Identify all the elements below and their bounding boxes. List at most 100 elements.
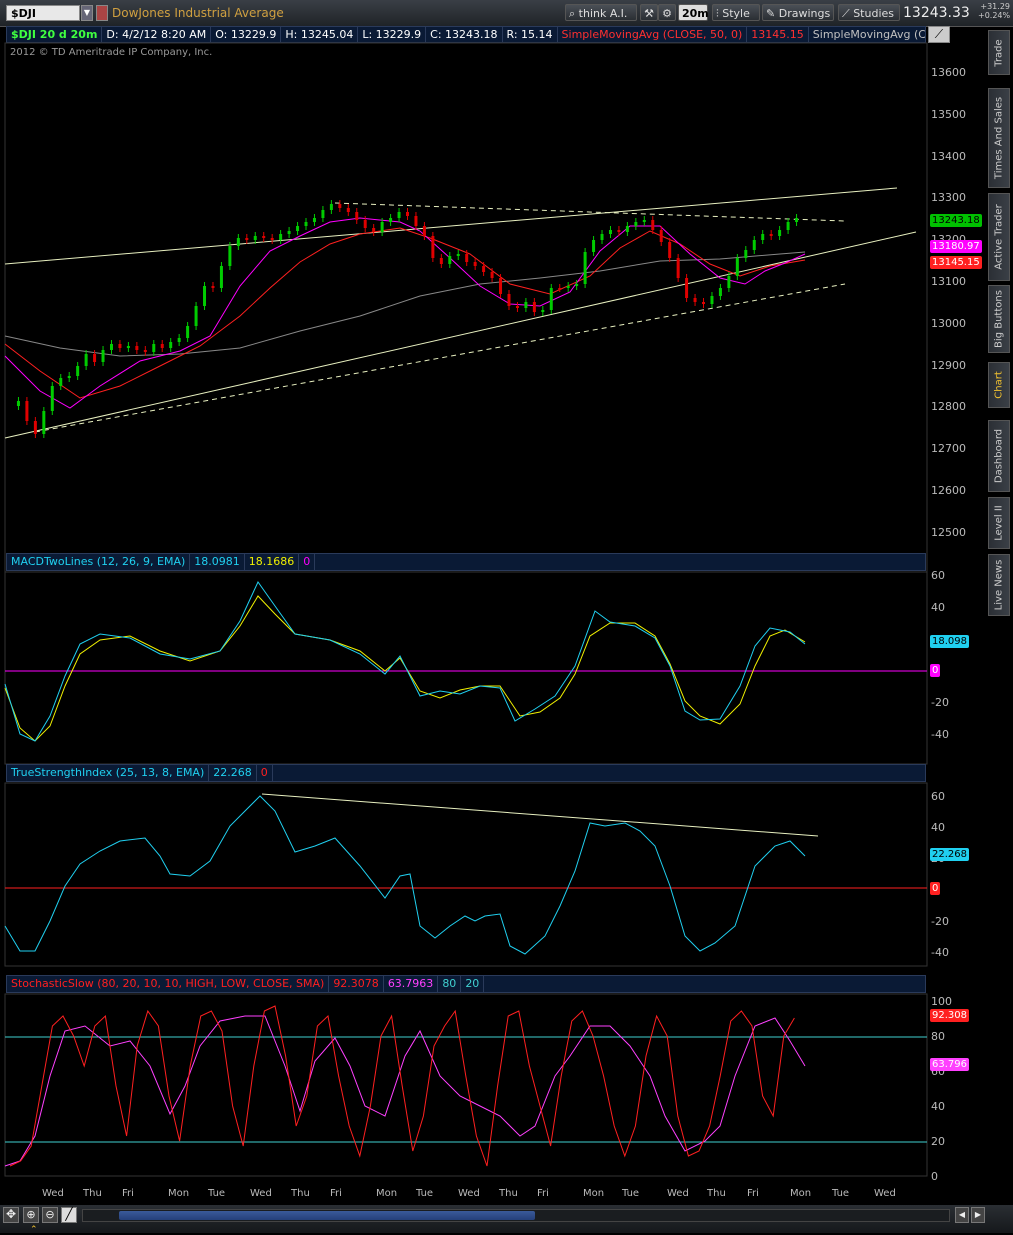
think-ai-button[interactable]: ⌕ think A.I. [565, 4, 637, 21]
macd-label: MACDTwoLines (12, 26, 9, EMA) [7, 554, 191, 570]
sma-red-badge: 13145.15 [930, 256, 982, 269]
side-tab-label: Live News [993, 559, 1005, 611]
time-axis-label: Fri [330, 1188, 342, 1199]
side-tab-dashboard[interactable]: Dashboard [988, 420, 1010, 492]
axis-tick-label: 13600 [931, 66, 966, 79]
axis-tick-label: 13500 [931, 107, 966, 121]
side-tab-trade[interactable]: Trade [988, 30, 1010, 75]
side-tab-label: Dashboard [993, 428, 1005, 484]
time-axis-label: Tue [622, 1188, 640, 1199]
side-tab-live-news[interactable]: Live News [988, 554, 1010, 616]
studies-button[interactable]: ⟋ Studies [838, 4, 900, 21]
price-panel [4, 42, 928, 573]
tsi-value2: 0 [257, 765, 273, 781]
symbol-input[interactable]: $DJI [6, 5, 80, 21]
time-axis-label: Thu [707, 1188, 726, 1199]
time-axis-label: Tue [832, 1188, 850, 1199]
axis-tick-label: 12600 [931, 484, 966, 497]
macd-value2: 18.1686 [245, 554, 300, 570]
time-axis-label: Mon [376, 1188, 398, 1199]
price-change: +31.29 +0.24% [978, 2, 1010, 20]
pencil-icon: ✎ [766, 7, 776, 20]
axis-tick-label: 40 [931, 1100, 945, 1113]
axis-tick-label: 40 [931, 600, 945, 614]
time-axis-label: Wed [667, 1188, 689, 1199]
interval-button[interactable]: 20m [678, 4, 709, 21]
axis-tick-label: 60 [931, 569, 945, 582]
sma-gray-line [4, 251, 806, 357]
side-tab-times-and-sales[interactable]: Times And Sales [988, 88, 1010, 188]
symbol-dropdown-icon[interactable]: ▼ [81, 5, 93, 21]
axis-tick-label: 80 [931, 1030, 945, 1043]
side-tab-big-buttons[interactable]: Big Buttons [988, 285, 1010, 353]
tsi-label: TrueStrengthIndex (25, 13, 8, EMA) [7, 765, 210, 781]
expand-icon[interactable]: ✥ [3, 1207, 19, 1223]
time-axis-label: Thu [83, 1188, 102, 1199]
time-axis-label: Mon [583, 1188, 605, 1199]
style-icon: ⫶ [716, 7, 719, 20]
time-axis-label: Tue [416, 1188, 434, 1199]
stoch-header: StochasticSlow (80, 20, 10, 10, HIGH, LO… [6, 975, 926, 993]
zoom-in-icon[interactable]: ⊕ [23, 1207, 39, 1223]
stoch-label: StochasticSlow (80, 20, 10, 10, HIGH, LO… [7, 976, 330, 992]
stoch-panel [4, 993, 928, 1177]
time-axis-label: Wed [874, 1188, 896, 1199]
scroll-left-icon[interactable]: ◀ [955, 1207, 969, 1223]
support-dashed-line [34, 283, 846, 433]
axis-tick-label: 100 [931, 995, 952, 1008]
sma-magenta-badge: 13180.97 [930, 240, 982, 253]
upper-trendline [4, 187, 898, 265]
side-tab-label: Big Buttons [993, 290, 1005, 348]
collapse-arrow-icon[interactable]: ⌃ [30, 1225, 38, 1235]
side-tab-label: Active Trader [993, 204, 1005, 270]
wrench-icon[interactable]: ⚒ [640, 4, 658, 21]
stoch-value2: 63.7963 [384, 976, 439, 992]
chart-toolbar: $DJI ▼ DowJones Industrial Average ⌕ thi… [0, 0, 1013, 27]
color-link-icon[interactable] [96, 5, 108, 21]
style-button[interactable]: ⫶ Style [712, 4, 760, 21]
stoch-value1: 92.3078 [329, 976, 384, 992]
bottom-scroll-bar: ✥ ⊕ ⊖ ╱ ◀ ▶ ⌃ [0, 1205, 1013, 1235]
tsi-zero-badge: 0 [930, 882, 941, 895]
macd-value3: 0 [299, 554, 316, 570]
macd-header: MACDTwoLines (12, 26, 9, EMA) 18.0981 18.1… [6, 553, 926, 571]
macd-value1: 18.0981 [190, 554, 245, 570]
drawings-button[interactable]: ✎ Drawings [762, 4, 834, 21]
side-tab-chart[interactable]: Chart [988, 362, 1010, 408]
stoch-value3: 80 [438, 976, 462, 992]
side-tab-level-ii[interactable]: Level II [988, 497, 1010, 549]
time-axis-label: Fri [747, 1188, 759, 1199]
scroll-right-icon[interactable]: ▶ [971, 1207, 985, 1223]
scroll-thumb[interactable] [119, 1211, 535, 1220]
axis-tick-label: 12800 [931, 400, 966, 414]
time-axis-label: Thu [291, 1188, 310, 1199]
settings-icon[interactable]: ⚙ [658, 4, 676, 21]
time-axis-label: Fri [537, 1188, 549, 1199]
macd-zero-badge: 0 [930, 664, 941, 677]
charts-svg[interactable] [0, 26, 988, 1206]
studies-icon: ⟋ [842, 7, 850, 20]
axis-tick-label: 40 [931, 821, 945, 835]
time-axis-label: Thu [499, 1188, 518, 1199]
axis-tick-label: -40 [931, 728, 949, 741]
price-candles [16, 200, 799, 438]
side-tab-active-trader[interactable]: Active Trader [988, 193, 1010, 281]
change-percent: +0.24% [978, 11, 1011, 20]
zoom-out-icon[interactable]: ⊖ [42, 1207, 58, 1223]
tsi-header: TrueStrengthIndex (25, 13, 8, EMA) 22.268… [6, 764, 926, 782]
time-axis-label: Wed [42, 1188, 64, 1199]
axis-tick-label: 13400 [931, 149, 966, 163]
axis-tick-label: 60 [931, 790, 945, 803]
axis-tick-label: 12500 [931, 525, 966, 539]
time-axis-label: Wed [458, 1188, 480, 1199]
tsi-panel [4, 782, 928, 967]
macd-value-badge: 18.098 [930, 635, 969, 648]
side-tab-label: Chart [993, 371, 1005, 399]
draw-line-icon[interactable]: ╱ [61, 1207, 77, 1223]
time-axis-label: Mon [790, 1188, 812, 1199]
scroll-track[interactable] [82, 1209, 950, 1222]
side-tab-label: Trade [993, 38, 1005, 67]
axis-tick-label: 12900 [931, 358, 966, 372]
search-icon: ⌕ [569, 7, 576, 20]
tsi-trendline [261, 793, 819, 837]
